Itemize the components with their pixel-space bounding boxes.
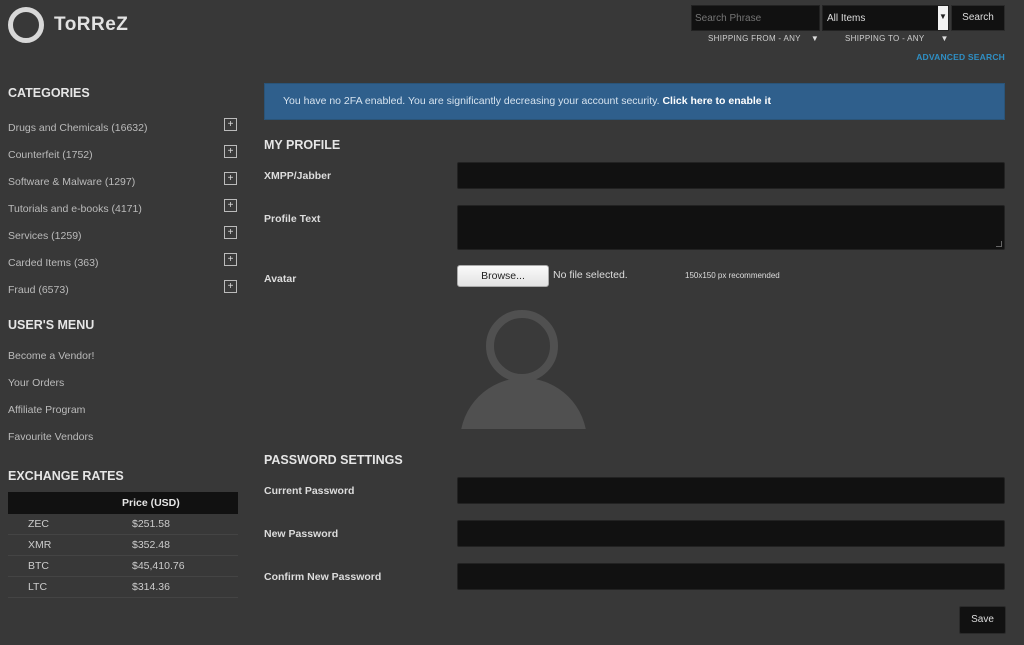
category-label: Fraud (6573)	[8, 284, 69, 296]
category-item[interactable]: Drugs and Chemicals (16632) +	[8, 118, 238, 134]
table-row: LTC $314.36	[8, 577, 238, 598]
category-label: Drugs and Chemicals (16632)	[8, 122, 148, 134]
exchange-rates-table: Price (USD) ZEC $251.58 XMR $352.48 BTC …	[8, 492, 238, 598]
table-row: BTC $45,410.76	[8, 556, 238, 577]
expand-plus-icon[interactable]: +	[224, 172, 237, 185]
currency-symbol: LTC	[28, 581, 48, 593]
category-item[interactable]: Counterfeit (1752) +	[8, 145, 238, 161]
exchange-rates-heading: EXCHANGE RATES	[8, 469, 124, 483]
expand-plus-icon[interactable]: +	[224, 226, 237, 239]
shipping-to-filter[interactable]: SHIPPING TO - ANY ▼	[845, 34, 949, 43]
xmpp-label: XMPP/Jabber	[264, 170, 332, 182]
expand-plus-icon[interactable]: +	[224, 145, 237, 158]
category-label: Counterfeit (1752)	[8, 149, 93, 161]
currency-price: $314.36	[132, 581, 170, 593]
shipping-from-label: SHIPPING FROM - ANY	[708, 34, 801, 43]
logo-text: ToRReZ	[54, 14, 129, 35]
affiliate-program-link[interactable]: Affiliate Program	[8, 404, 85, 416]
currency-price: $352.48	[132, 539, 170, 551]
enable-2fa-link[interactable]: Click here to enable it	[662, 95, 771, 107]
category-select[interactable]: All Items ▼	[822, 5, 949, 31]
avatar-head-shape	[486, 310, 558, 382]
avatar-label: Avatar	[264, 273, 297, 285]
shipping-from-filter[interactable]: SHIPPING FROM - ANY ▼	[708, 34, 819, 43]
confirm-password-field[interactable]	[457, 563, 1005, 590]
xmpp-field[interactable]	[457, 162, 1005, 189]
currency-symbol: BTC	[28, 560, 49, 572]
2fa-alert: You have no 2FA enabled. You are signifi…	[264, 83, 1005, 120]
your-orders-link[interactable]: Your Orders	[8, 377, 64, 389]
profile-text-label: Profile Text	[264, 213, 321, 225]
table-row: ZEC $251.58	[8, 514, 238, 535]
table-row: XMR $352.48	[8, 535, 238, 556]
advanced-search-link[interactable]: ADVANCED SEARCH	[916, 52, 1005, 62]
category-item[interactable]: Software & Malware (1297) +	[8, 172, 238, 188]
price-column-header: Price (USD)	[8, 492, 238, 514]
category-item[interactable]: Fraud (6573) +	[8, 280, 238, 296]
avatar-body-shape	[460, 378, 587, 429]
caret-down-icon: ▼	[810, 34, 820, 43]
expand-plus-icon[interactable]: +	[224, 280, 237, 293]
logo[interactable]: ToRReZ	[8, 7, 128, 43]
expand-plus-icon[interactable]: +	[224, 253, 237, 266]
currency-symbol: XMR	[28, 539, 52, 551]
current-password-label: Current Password	[264, 485, 355, 497]
category-label: Tutorials and e-books (4171)	[8, 203, 142, 215]
current-password-field[interactable]	[457, 477, 1005, 504]
avatar-placeholder-icon	[460, 308, 587, 429]
search-input[interactable]	[691, 5, 820, 31]
category-label: Software & Malware (1297)	[8, 176, 136, 188]
new-password-label: New Password	[264, 528, 339, 540]
confirm-password-label: Confirm New Password	[264, 571, 382, 583]
become-vendor-link[interactable]: Become a Vendor!	[8, 350, 94, 362]
category-item[interactable]: Carded Items (363) +	[8, 253, 238, 269]
logo-ring-icon	[8, 7, 44, 43]
resize-handle-icon[interactable]	[996, 241, 1002, 247]
password-settings-heading: PASSWORD SETTINGS	[264, 453, 403, 467]
category-item[interactable]: Services (1259) +	[8, 226, 238, 242]
my-profile-heading: MY PROFILE	[264, 138, 341, 152]
category-item[interactable]: Tutorials and e-books (4171) +	[8, 199, 238, 215]
shipping-to-label: SHIPPING TO - ANY	[845, 34, 925, 43]
expand-plus-icon[interactable]: +	[224, 118, 237, 131]
avatar-size-hint: 150x150 px recommended	[685, 271, 780, 280]
currency-symbol: ZEC	[28, 518, 49, 530]
currency-price: $251.58	[132, 518, 170, 530]
category-label: Services (1259)	[8, 230, 82, 242]
search-button[interactable]: Search	[951, 5, 1005, 31]
alert-text: You have no 2FA enabled. You are signifi…	[283, 95, 660, 107]
caret-down-icon: ▼	[940, 34, 949, 43]
browse-button[interactable]: Browse...	[457, 265, 549, 287]
save-button[interactable]: Save	[959, 606, 1006, 634]
categories-heading: CATEGORIES	[8, 86, 90, 100]
chevron-down-icon: ▼	[938, 6, 948, 30]
profile-text-field[interactable]	[457, 205, 1005, 250]
expand-plus-icon[interactable]: +	[224, 199, 237, 212]
category-select-value: All Items	[827, 13, 866, 24]
currency-price: $45,410.76	[132, 560, 185, 572]
file-status: No file selected.	[553, 269, 628, 281]
favourite-vendors-link[interactable]: Favourite Vendors	[8, 431, 93, 443]
new-password-field[interactable]	[457, 520, 1005, 547]
user-menu-heading: USER'S MENU	[8, 318, 95, 332]
category-label: Carded Items (363)	[8, 257, 99, 269]
